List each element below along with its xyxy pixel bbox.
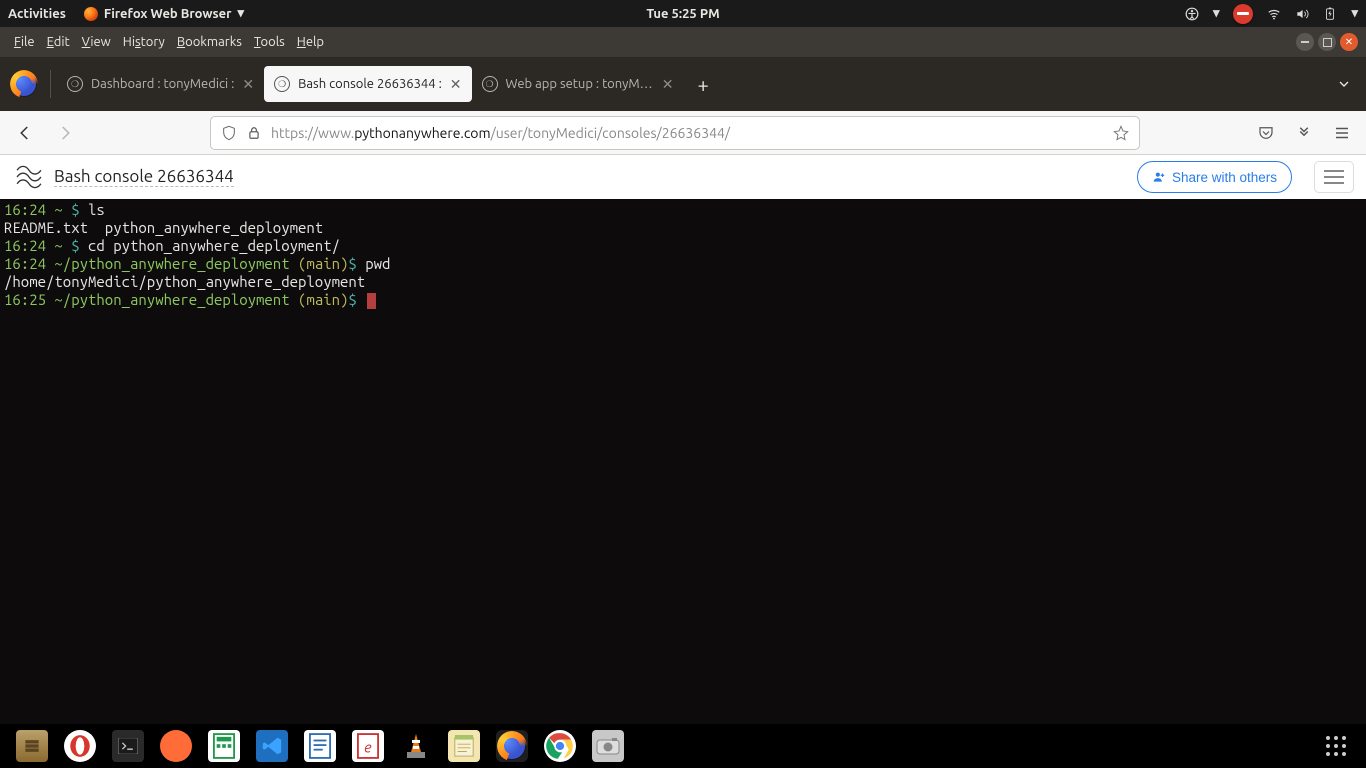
overflow-icon[interactable] — [1290, 119, 1318, 147]
gnome-top-bar: Activities Firefox Web Browser ▾ Tue 5:2… — [0, 0, 1366, 27]
tab-overflow-button[interactable] — [1336, 76, 1352, 92]
python-favicon: ❍ — [274, 76, 290, 92]
tab-dashboard[interactable]: ❍ Dashboard : tonyMedici : ✕ — [57, 66, 264, 102]
chevron-down-icon: ▾ — [1351, 6, 1358, 21]
activities-button[interactable]: Activities — [8, 7, 66, 21]
dock-app-notepad[interactable] — [448, 730, 480, 762]
pythonanywhere-logo-icon[interactable] — [12, 163, 44, 191]
page-header: Bash console 26636344 Share with others — [0, 155, 1366, 199]
menu-tools[interactable]: Tools — [248, 32, 291, 52]
dock-app-writer[interactable] — [304, 730, 336, 762]
menu-view[interactable]: View — [76, 32, 117, 52]
lock-icon[interactable] — [247, 126, 261, 140]
close-icon[interactable]: ✕ — [450, 76, 462, 93]
page-content: Bash console 26636344 Share with others … — [0, 155, 1366, 724]
dock-app-calc[interactable] — [208, 730, 240, 762]
show-applications-button[interactable] — [1326, 736, 1346, 756]
pocket-icon[interactable] — [1252, 119, 1280, 147]
current-app-menu[interactable]: Firefox Web Browser ▾ — [84, 6, 244, 21]
close-icon[interactable]: ✕ — [662, 76, 674, 93]
divider — [50, 70, 51, 98]
page-title: Bash console 26636344 — [54, 167, 234, 187]
tab-label: Dashboard : tonyMedici : — [91, 77, 234, 91]
dock-app-chrome[interactable] — [544, 730, 576, 762]
address-bar[interactable]: https://www.pythonanywhere.com/user/tony… — [210, 116, 1140, 150]
dock-app-vscode[interactable] — [256, 730, 288, 762]
accessibility-icon[interactable] — [1185, 7, 1199, 21]
dock-app-screenshot[interactable] — [592, 730, 624, 762]
menu-help[interactable]: Help — [291, 32, 330, 52]
back-button[interactable] — [10, 118, 40, 148]
dock-app-reader[interactable]: e — [352, 730, 384, 762]
share-button[interactable]: Share with others — [1137, 161, 1292, 193]
terminal[interactable]: 16:24 ~ $ ls README.txt python_anywhere_… — [0, 199, 1366, 724]
battery-icon[interactable] — [1323, 7, 1337, 21]
dock-app-vlc[interactable] — [400, 730, 432, 762]
menu-edit[interactable]: Edit — [41, 32, 76, 52]
svg-text:e: e — [364, 738, 372, 755]
dock: e — [0, 724, 1366, 768]
dock-app-postman[interactable] — [160, 730, 192, 762]
dock-app-firefox[interactable] — [496, 730, 528, 762]
tab-label: Web app setup : tonyMed — [506, 77, 654, 91]
window-minimize-button[interactable] — [1296, 33, 1314, 51]
tab-bash-console[interactable]: ❍ Bash console 26636344 : ✕ — [264, 66, 471, 102]
python-favicon: ❍ — [482, 76, 498, 92]
shield-icon[interactable] — [221, 125, 237, 141]
firefox-icon — [12, 72, 36, 96]
dock-app-files[interactable] — [16, 730, 48, 762]
menu-bookmarks[interactable]: Bookmarks — [171, 32, 248, 52]
app-menu-icon[interactable] — [1328, 119, 1356, 147]
navigation-toolbar: https://www.pythonanywhere.com/user/tony… — [0, 111, 1366, 155]
close-icon[interactable]: ✕ — [242, 76, 254, 93]
tab-webapp-setup[interactable]: ❍ Web app setup : tonyMed ✕ — [472, 66, 684, 102]
dock-app-terminal[interactable] — [112, 730, 144, 762]
share-label: Share with others — [1172, 170, 1277, 185]
menu-history[interactable]: History — [117, 32, 171, 52]
do-not-disturb-icon[interactable] — [1233, 4, 1253, 24]
firefox-menubar: File Edit View History Bookmarks Tools H… — [0, 27, 1366, 57]
firefox-icon — [84, 7, 98, 21]
window-maximize-button[interactable] — [1318, 33, 1336, 51]
person-plus-icon — [1152, 170, 1166, 184]
tab-strip: ❍ Dashboard : tonyMedici : ✕ ❍ Bash cons… — [0, 57, 1366, 111]
tab-label: Bash console 26636344 : — [298, 77, 442, 91]
python-favicon: ❍ — [67, 76, 83, 92]
firefox-home-button[interactable] — [8, 68, 40, 100]
clock[interactable]: Tue 5:25 PM — [646, 7, 719, 21]
page-menu-button[interactable] — [1314, 161, 1354, 193]
chevron-down-icon: ▾ — [1213, 6, 1220, 21]
chevron-down-icon: ▾ — [238, 6, 245, 21]
window-close-button[interactable] — [1340, 33, 1358, 51]
forward-button[interactable] — [50, 118, 80, 148]
wifi-icon[interactable] — [1267, 7, 1281, 21]
bookmark-star-icon[interactable] — [1113, 125, 1129, 141]
volume-icon[interactable] — [1295, 7, 1309, 21]
new-tab-button[interactable]: + — [684, 73, 723, 96]
current-app-label: Firefox Web Browser — [104, 7, 232, 21]
dock-app-opera[interactable] — [64, 730, 96, 762]
menu-file[interactable]: File — [8, 32, 41, 52]
url-text: https://www.pythonanywhere.com/user/tony… — [271, 125, 1103, 141]
